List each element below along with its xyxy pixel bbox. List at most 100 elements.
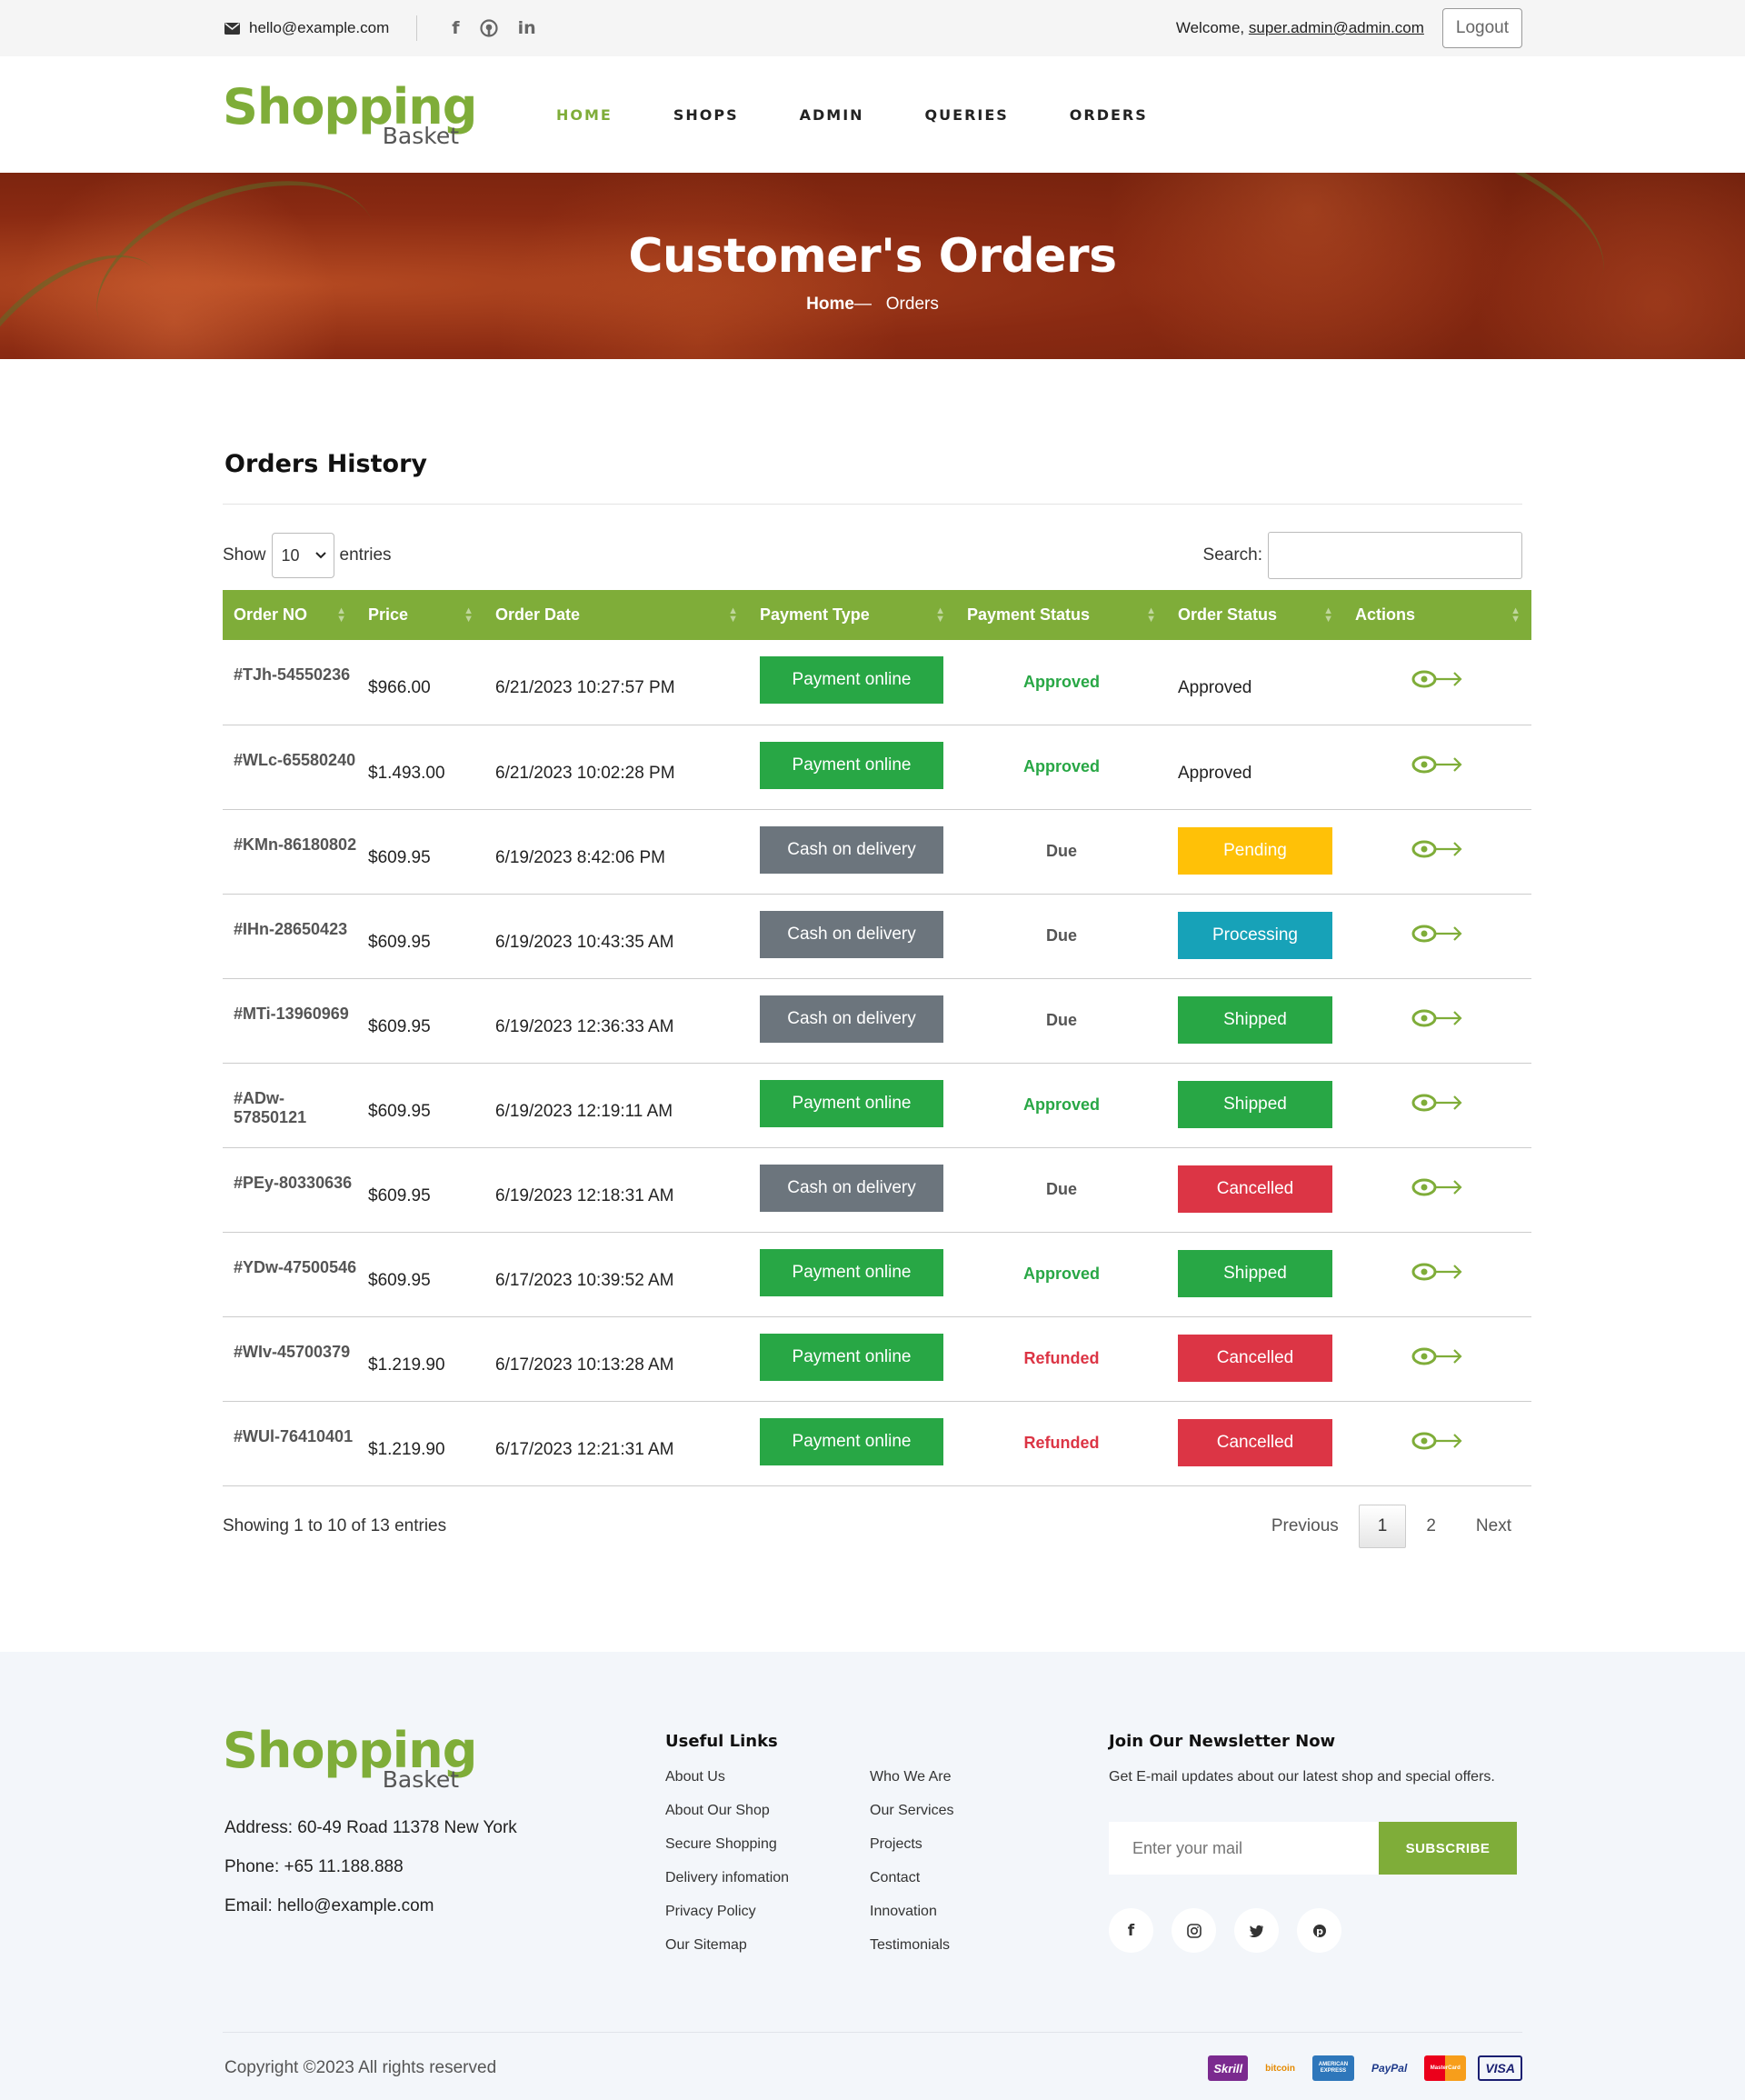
payment-type-cell: Payment online [749, 640, 956, 725]
show-label: Show [223, 545, 266, 565]
pagination-next[interactable]: Next [1456, 1505, 1531, 1547]
nav-queries[interactable]: QUERIES [925, 106, 1009, 124]
order-price: $609.95 [368, 1185, 431, 1205]
svg-text:p: p [1316, 1925, 1323, 1937]
footer-logo[interactable]: Shopping Basket [223, 1726, 477, 1792]
view-order-icon[interactable] [1411, 668, 1464, 690]
breadcrumb: Home— Orders [0, 295, 1745, 315]
logout-button[interactable]: Logout [1441, 8, 1522, 48]
actions-cell [1344, 640, 1531, 725]
logo[interactable]: Shopping Basket [223, 82, 477, 147]
footer-link[interactable]: Projects [870, 1836, 1074, 1853]
col-payment-type[interactable]: Payment Type ▲ ▼ [749, 590, 956, 640]
col-order-no[interactable]: Order NO ▲ ▼ [223, 590, 357, 640]
footer-link[interactable]: Secure Shopping [665, 1836, 870, 1853]
breadcrumb-home[interactable]: Home [806, 295, 854, 314]
newsletter-email-input[interactable] [1109, 1822, 1379, 1875]
top-bar: hello@example.com f in Welcome, super.ad… [0, 0, 1745, 56]
nav-admin[interactable]: ADMIN [800, 106, 864, 124]
instagram-icon[interactable] [1172, 1908, 1216, 1953]
github-icon[interactable] [479, 19, 498, 37]
pinterest-icon[interactable]: p [1297, 1908, 1341, 1953]
footer-link[interactable]: Testimonials [870, 1937, 1074, 1954]
order-price: $1.219.90 [368, 1439, 445, 1459]
order-price: $1.219.90 [368, 1355, 445, 1375]
nav-orders[interactable]: ORDERS [1070, 106, 1148, 124]
col-price[interactable]: Price ▲ ▼ [357, 590, 484, 640]
payment-type-badge: Cash on delivery [760, 1164, 943, 1212]
sort-icon: ▲ ▼ [1323, 605, 1333, 625]
header: Shopping Basket HOME SHOPS ADMIN QUERIES… [0, 56, 1745, 173]
nav-home[interactable]: HOME [556, 106, 613, 124]
table-row: #PEy-80330636 $609.95 6/19/2023 12:18:31 A… [223, 1147, 1531, 1232]
col-order-date[interactable]: Order Date ▲ ▼ [484, 590, 749, 640]
footer-link[interactable]: Who We Are [870, 1769, 1074, 1785]
view-order-icon[interactable] [1411, 1092, 1464, 1114]
order-status-cell: Cancelled [1167, 1316, 1344, 1401]
newsletter-form: SUBSCRIBE [1109, 1822, 1522, 1875]
facebook-icon[interactable]: f [1109, 1908, 1153, 1953]
view-order-icon[interactable] [1411, 1176, 1464, 1198]
col-order-status[interactable]: Order Status ▲ ▼ [1167, 590, 1344, 640]
order-status-cell: Shipped [1167, 1063, 1344, 1147]
view-order-icon[interactable] [1411, 923, 1464, 945]
facebook-icon[interactable]: f [452, 18, 459, 38]
footer-columns: Shopping Basket Address: 60-49 Road 1137… [223, 1726, 1522, 2008]
payment-type-cell: Cash on delivery [749, 894, 956, 978]
orders-heading: Orders History [224, 450, 427, 478]
user-email-link[interactable]: super.admin@admin.com [1249, 19, 1424, 36]
order-status-badge: Shipped [1178, 996, 1332, 1044]
table-row: #YDw-47500546 $609.95 6/17/2023 10:39:52 A… [223, 1232, 1531, 1316]
order-number: #WUl-76410401 [234, 1426, 354, 1445]
footer-bottom: Copyright ©2023 All rights reserved Skri… [223, 2032, 1522, 2081]
col-actions[interactable]: Actions ▲ ▼ [1344, 590, 1531, 640]
view-order-icon[interactable] [1411, 838, 1464, 860]
pagination-page-1[interactable]: 1 [1358, 1504, 1407, 1548]
view-order-icon[interactable] [1411, 1345, 1464, 1367]
pagination-previous[interactable]: Previous [1251, 1505, 1359, 1547]
footer-link[interactable]: Contact [870, 1870, 1074, 1886]
footer-email: Email: hello@example.com [224, 1896, 434, 1915]
footer-link[interactable]: Our Services [870, 1803, 1074, 1819]
payment-type-badge: Cash on delivery [760, 910, 943, 958]
pagination-page-2[interactable]: 2 [1406, 1505, 1456, 1547]
page-size-select[interactable]: 10 [271, 533, 334, 578]
actions-cell [1344, 894, 1531, 978]
footer-newsletter: Join Our Newsletter Now Get E-mail updat… [1109, 1726, 1522, 2008]
view-order-icon[interactable] [1411, 1007, 1464, 1029]
twitter-icon[interactable] [1234, 1908, 1279, 1953]
footer-link[interactable]: About Us [665, 1769, 870, 1785]
search-input[interactable] [1268, 532, 1522, 579]
subscribe-button[interactable]: SUBSCRIBE [1379, 1822, 1517, 1875]
order-number: #PEy-80330636 [234, 1173, 353, 1192]
nav-shops[interactable]: SHOPS [673, 106, 739, 124]
footer-link[interactable]: Innovation [870, 1904, 1074, 1920]
payment-status: Approved [1022, 1265, 1100, 1283]
sort-icon: ▲ ▼ [336, 605, 346, 625]
actions-cell [1344, 1147, 1531, 1232]
top-email[interactable]: hello@example.com [223, 19, 389, 37]
view-order-icon[interactable] [1411, 1261, 1464, 1283]
footer-link[interactable]: Delivery infomation [665, 1870, 870, 1886]
amex-logo: AMERICAN EXPRESS [1311, 2055, 1354, 2081]
table-header: Order NO ▲ ▼ Price ▲ ▼ Order Date ▲ ▼ Payment … [223, 590, 1531, 640]
sort-icon: ▲ ▼ [464, 605, 474, 625]
table-row: #MTi-13960969 $609.95 6/19/2023 12:36:33 A… [223, 978, 1531, 1063]
search-box: Search: [1203, 532, 1522, 579]
order-status-badge: Processing [1178, 912, 1332, 959]
col-payment-status-label: Payment Status [967, 605, 1091, 624]
skrill-logo: Skrill [1208, 2055, 1249, 2081]
view-order-icon[interactable] [1411, 1430, 1464, 1452]
col-payment-status[interactable]: Payment Status ▲ ▼ [956, 590, 1167, 640]
footer-link[interactable]: Our Sitemap [665, 1937, 870, 1954]
footer-link[interactable]: About Our Shop [665, 1803, 870, 1819]
linkedin-icon[interactable]: in [518, 18, 536, 38]
order-number: #KMn-86180802 [234, 835, 357, 854]
view-order-icon[interactable] [1411, 754, 1464, 775]
paypal-logo: PayPal [1371, 2062, 1408, 2075]
order-status-badge: Cancelled [1178, 1419, 1332, 1466]
footer-link[interactable]: Privacy Policy [665, 1904, 870, 1920]
footer: Shopping Basket Address: 60-49 Road 1137… [0, 1652, 1745, 2100]
sort-icon: ▲ ▼ [1511, 605, 1521, 625]
payment-type-cell: Payment online [749, 725, 956, 809]
